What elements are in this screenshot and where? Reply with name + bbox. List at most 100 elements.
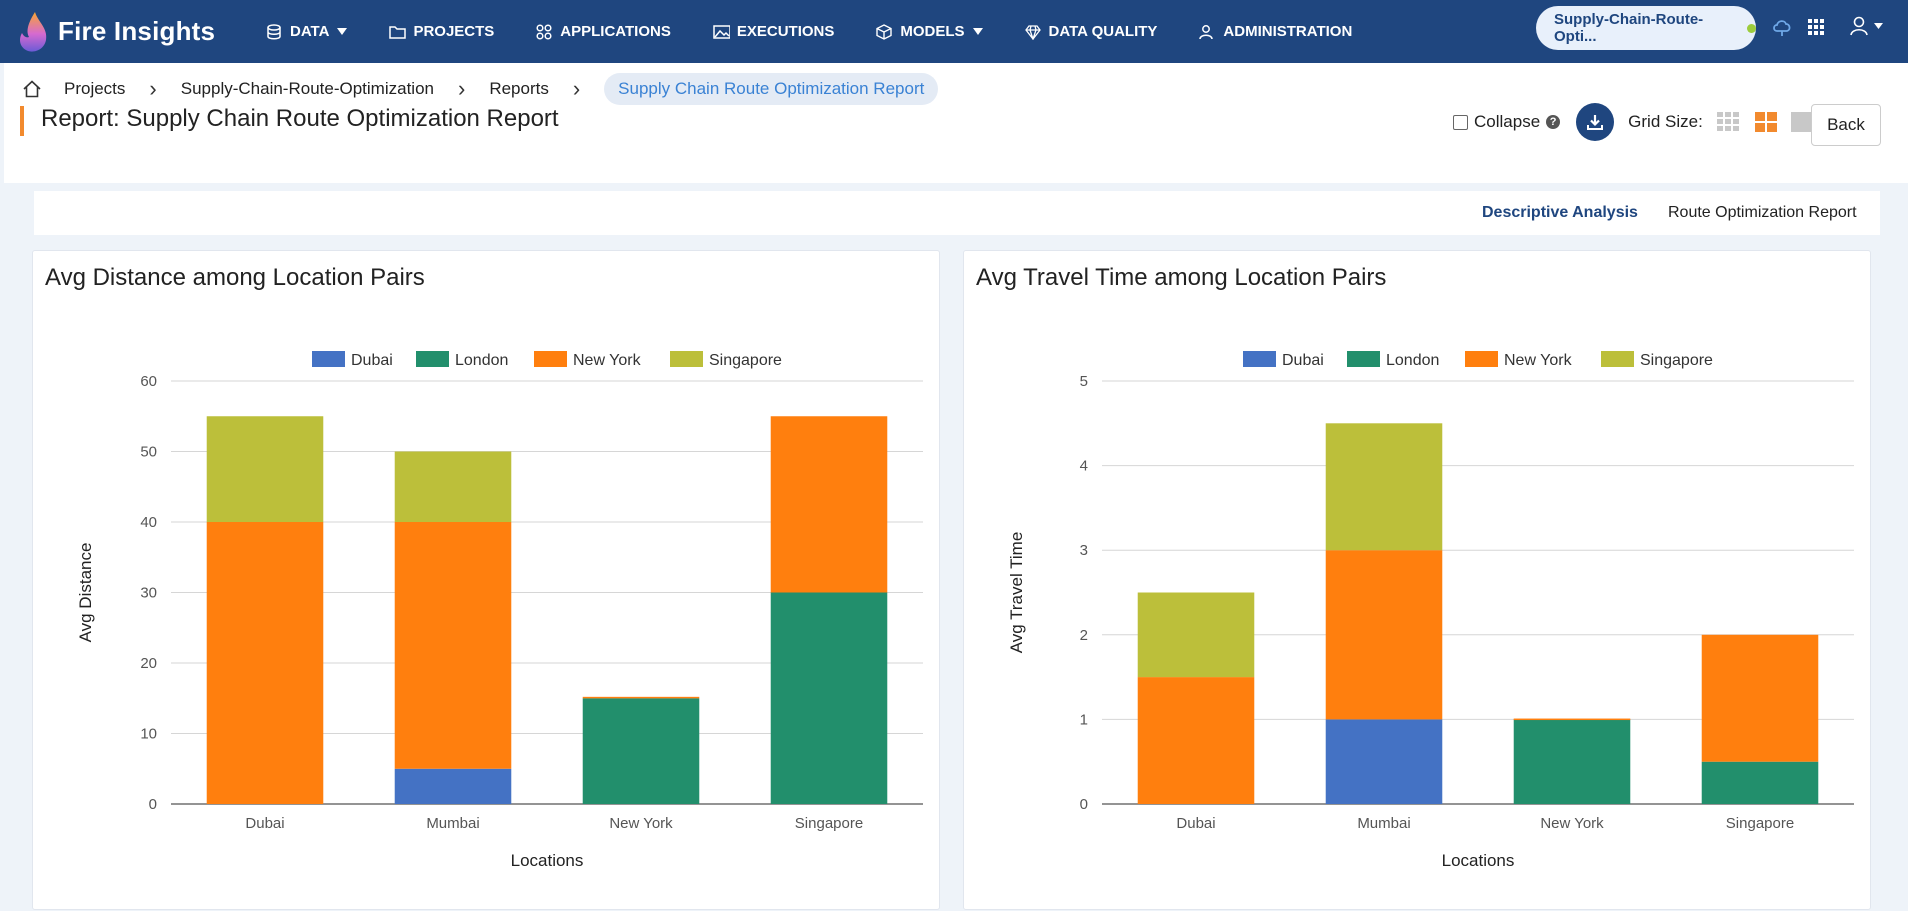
- y-tick-label: 0: [1080, 796, 1088, 813]
- nav-models[interactable]: MODELS: [876, 23, 983, 40]
- x-tick-label: Dubai: [1176, 815, 1215, 832]
- download-button[interactable]: [1576, 103, 1615, 141]
- bar-segment[interactable]: [394, 768, 512, 804]
- bar-segment[interactable]: [770, 416, 888, 593]
- cube-icon: [876, 23, 893, 40]
- nav-administration[interactable]: ADMINISTRATION: [1199, 23, 1352, 40]
- bar-segment[interactable]: [1701, 634, 1819, 762]
- legend-item[interactable]: London: [416, 351, 508, 369]
- project-selector[interactable]: Supply-Chain-Route-Opti...: [1536, 6, 1756, 50]
- tab-route-optimization-report[interactable]: Route Optimization Report: [1668, 204, 1857, 222]
- bar-segment[interactable]: [1325, 719, 1443, 804]
- y-tick-label: 5: [1080, 373, 1088, 390]
- home-icon[interactable]: [22, 79, 42, 99]
- nav-executions[interactable]: EXECUTIONS: [713, 23, 835, 40]
- apps-icon: [536, 23, 552, 40]
- legend-label: Singapore: [1640, 352, 1713, 369]
- breadcrumb-item[interactable]: Reports: [489, 79, 549, 99]
- brand-name: Fire Insights: [58, 16, 216, 46]
- apps-grid-icon[interactable]: [1808, 19, 1824, 35]
- bar-segment[interactable]: [394, 522, 512, 769]
- bar-segment[interactable]: [394, 451, 512, 523]
- y-tick-label: 0: [149, 796, 157, 813]
- legend-swatch: [534, 351, 567, 367]
- chevron-right-icon: ›: [572, 76, 581, 101]
- x-tick-label: Mumbai: [1357, 815, 1410, 832]
- grid-size-label: Grid Size:: [1628, 112, 1703, 131]
- legend-item[interactable]: Singapore: [1601, 351, 1713, 369]
- bar-segment[interactable]: [770, 592, 888, 805]
- report-controls: Collapse ? Grid Size:: [1453, 103, 1811, 141]
- legend-swatch: [670, 351, 703, 367]
- y-tick-label: 10: [140, 726, 157, 743]
- x-axis-label: Locations: [1442, 851, 1515, 870]
- bar-segment[interactable]: [1325, 550, 1443, 720]
- image-icon: [713, 24, 730, 39]
- grid-2x2-icon[interactable]: [1754, 112, 1777, 132]
- bar-segment[interactable]: [1513, 719, 1631, 804]
- breadcrumb-item[interactable]: Projects: [64, 79, 125, 99]
- bar-segment[interactable]: [1701, 761, 1819, 804]
- download-icon: [1587, 115, 1604, 130]
- breadcrumb-item[interactable]: Supply-Chain-Route-Optimization: [181, 79, 434, 99]
- chart-card-avg-distance: Avg Distance among Location Pairs 0 10 20 3…: [32, 250, 940, 910]
- bar-segment[interactable]: [206, 522, 324, 804]
- bar-segment[interactable]: [1137, 677, 1255, 804]
- grid-3x3-icon[interactable]: [1716, 112, 1741, 132]
- report-tabs: Descriptive Analysis Route Optimization …: [34, 191, 1880, 235]
- y-axis-label: Avg Distance: [76, 543, 95, 643]
- database-icon: [267, 23, 281, 39]
- y-tick-label: 60: [140, 373, 157, 390]
- y-tick-label: 50: [140, 444, 157, 461]
- x-tick-label: Singapore: [795, 815, 863, 832]
- nav-projects[interactable]: PROJECTS: [389, 23, 494, 40]
- legend: Dubai London New York Singapore: [312, 351, 782, 369]
- legend-item[interactable]: Dubai: [1243, 351, 1324, 369]
- legend-swatch: [1601, 351, 1634, 367]
- legend-item[interactable]: Dubai: [312, 351, 393, 369]
- collapse-checkbox[interactable]: [1453, 114, 1468, 130]
- legend: Dubai London New York Singapore: [1243, 351, 1713, 369]
- y-tick-label: 1: [1080, 711, 1088, 728]
- nav-data[interactable]: DATA: [266, 23, 348, 40]
- x-tick-label: Singapore: [1726, 815, 1794, 832]
- legend-label: New York: [1504, 352, 1573, 369]
- legend-item[interactable]: London: [1347, 351, 1439, 369]
- nav-data-quality[interactable]: DATA QUALITY: [1024, 23, 1157, 40]
- x-tick-label: Dubai: [245, 815, 284, 832]
- tab-descriptive-analysis[interactable]: Descriptive Analysis: [1482, 204, 1638, 222]
- bar-segment[interactable]: [582, 696, 700, 699]
- legend-item[interactable]: Singapore: [670, 351, 782, 369]
- y-tick-label: 40: [140, 514, 157, 531]
- help-icon[interactable]: ?: [1546, 115, 1561, 129]
- nav-applications[interactable]: APPLICATIONS: [536, 23, 671, 40]
- legend-swatch: [1465, 351, 1498, 367]
- top-nav: Fire Insights DATA PROJECTS APPLICATIONS EX…: [0, 0, 1908, 63]
- bar-segment[interactable]: [582, 698, 700, 804]
- bar-segment[interactable]: [206, 416, 324, 522]
- legend-label: London: [1386, 352, 1439, 369]
- user-menu-icon[interactable]: [1850, 16, 1888, 38]
- brand[interactable]: Fire Insights: [16, 10, 246, 54]
- page-header: Projects › Supply-Chain-Route-Optimization…: [4, 63, 1908, 183]
- bar-segment[interactable]: [1513, 718, 1631, 721]
- grid-1x1-icon[interactable]: [1790, 112, 1811, 132]
- x-tick-label: Mumbai: [426, 815, 479, 832]
- chevron-right-icon: ›: [457, 76, 466, 101]
- legend-item[interactable]: New York: [1465, 351, 1573, 369]
- cloud-icon[interactable]: [1771, 16, 1793, 38]
- breadcrumb: Projects › Supply-Chain-Route-Optimization…: [22, 73, 939, 105]
- y-tick-label: 30: [140, 585, 157, 602]
- status-dot: [1747, 23, 1756, 33]
- nav-label: PROJECTS: [413, 23, 495, 40]
- bar-segment[interactable]: [1325, 423, 1443, 551]
- nav-label: EXECUTIONS: [736, 23, 835, 40]
- y-tick-label: 20: [140, 655, 157, 672]
- legend-label: Singapore: [709, 352, 782, 369]
- back-button[interactable]: Back: [1811, 104, 1881, 146]
- breadcrumb-active: Supply Chain Route Optimization Report: [604, 73, 939, 105]
- y-tick-label: 4: [1080, 458, 1088, 475]
- legend-item[interactable]: New York: [534, 351, 642, 369]
- bar-segment[interactable]: [1137, 592, 1255, 678]
- nav-label: DATA: [290, 23, 330, 40]
